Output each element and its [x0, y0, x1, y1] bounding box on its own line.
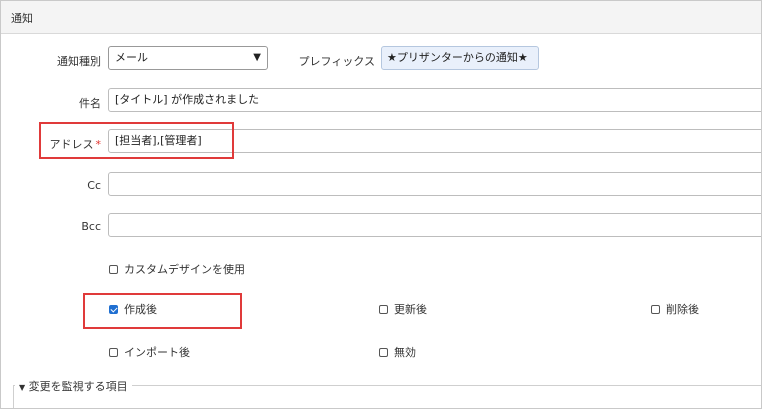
custom-design-checkbox[interactable]: カスタムデザインを使用: [109, 261, 245, 277]
bcc-input[interactable]: [108, 213, 761, 237]
cc-label: Cc: [87, 179, 101, 192]
notify-type-select[interactable]: メール ▼: [108, 46, 268, 70]
after-delete-checkbox[interactable]: 削除後: [651, 301, 699, 317]
monitor-section-toggle[interactable]: ▼ 変更を監視する項目: [15, 378, 132, 394]
panel-header: 通知: [1, 1, 761, 34]
subject-label: 件名: [79, 97, 101, 110]
after-import-label: インポート後: [124, 346, 190, 359]
checkbox-icon: [109, 264, 118, 274]
after-create-highlight: [83, 293, 242, 329]
prefix-field[interactable]: ★プリザンターからの通知★: [381, 46, 539, 70]
chevron-down-icon: ▼: [253, 52, 261, 63]
cc-input[interactable]: [108, 172, 761, 196]
subject-input[interactable]: [タイトル] が作成されました: [108, 88, 761, 112]
after-update-checkbox[interactable]: 更新後: [379, 301, 427, 317]
notification-panel: 通知 通知種別 メール ▼ プレフィックス ★プリザンターからの通知★ 件名 […: [0, 0, 762, 409]
custom-design-label: カスタムデザインを使用: [124, 263, 245, 276]
checkbox-icon: [651, 304, 660, 314]
disabled-checkbox[interactable]: 無効: [379, 344, 416, 360]
bcc-label: Bcc: [81, 220, 101, 233]
monitor-section-label: 変更を監視する項目: [28, 380, 128, 393]
triangle-down-icon: ▼: [19, 383, 26, 392]
checkbox-icon: [379, 347, 388, 357]
prefix-value: ★プリザンターからの通知★: [387, 51, 528, 64]
subject-value: [タイトル] が作成されました: [115, 93, 260, 106]
checkbox-icon: [109, 347, 118, 357]
after-update-label: 更新後: [394, 303, 427, 316]
after-delete-label: 削除後: [666, 303, 699, 316]
after-import-checkbox[interactable]: インポート後: [109, 344, 190, 360]
notify-type-label: 通知種別: [57, 55, 101, 68]
address-highlight: [39, 122, 234, 159]
checkbox-icon: [379, 304, 388, 314]
panel-title: 通知: [11, 12, 33, 25]
notify-type-value: メール: [115, 51, 148, 64]
prefix-label: プレフィックス: [298, 55, 375, 68]
disabled-label: 無効: [394, 346, 416, 359]
